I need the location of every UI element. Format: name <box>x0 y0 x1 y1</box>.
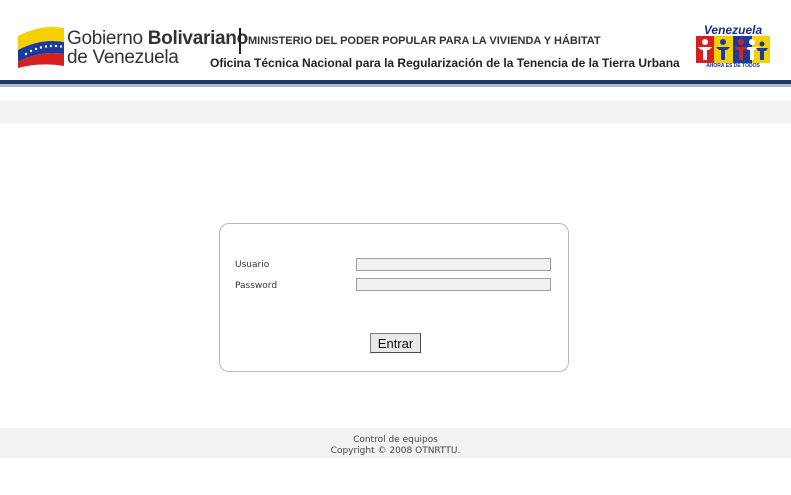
ministry-title: MINISTERIO DEL PODER POPULAR PARA LA VIV… <box>248 35 601 47</box>
password-input[interactable] <box>356 278 551 291</box>
header-band-light <box>0 84 791 87</box>
nav-bar <box>0 101 791 123</box>
ven-logo-subtitle: AHORA ES DE TODOS <box>706 63 760 69</box>
login-form: Usuario Password Entrar <box>219 223 569 372</box>
footer-app-name: Control de equipos <box>353 435 438 445</box>
user-input[interactable] <box>356 258 551 271</box>
submit-button[interactable]: Entrar <box>370 333 421 353</box>
password-label: Password <box>235 281 278 291</box>
page-header: Gobierno Bolivariano de Venezuela MINIST… <box>0 0 791 80</box>
header-divider <box>239 28 241 54</box>
ven-logo-title: Venezuela <box>703 23 763 37</box>
venezuela-ahora-es-de-todos-logo: Venezuela AHORA ES DE TODOS <box>696 24 770 70</box>
footer-copyright: Copyright © 2008 OTNRTTU. <box>330 446 461 456</box>
user-label: Usuario <box>235 260 270 270</box>
page-footer: Control de equipos Copyright © 2008 OTNR… <box>0 428 791 458</box>
people-icon <box>696 36 770 63</box>
venezuela-flag-logo <box>18 27 64 68</box>
office-title: Oficina Técnica Nacional para la Regular… <box>210 56 680 70</box>
